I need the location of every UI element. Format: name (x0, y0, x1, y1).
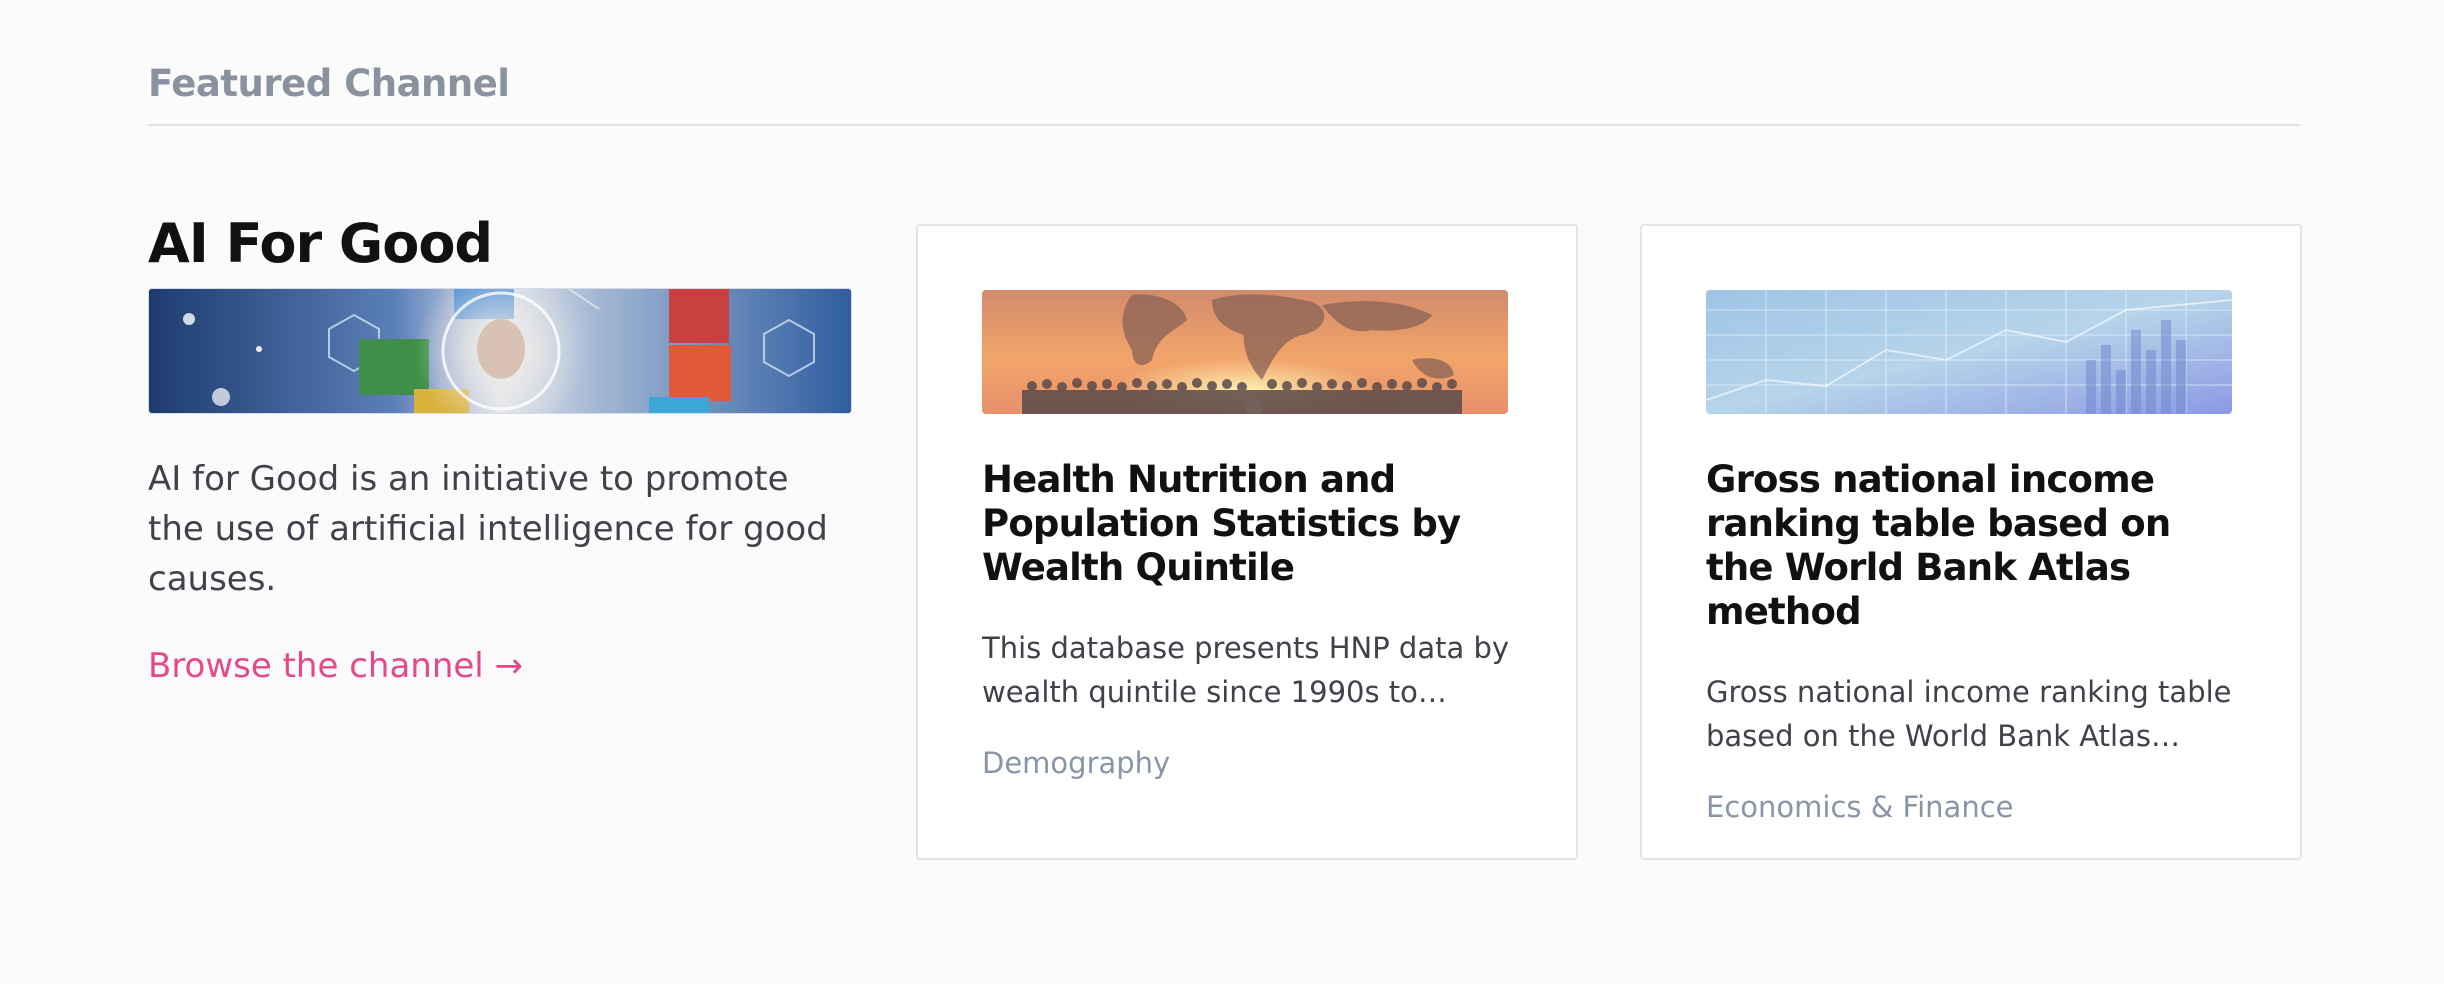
card-category-tag[interactable]: Economics & Finance (1706, 790, 2246, 824)
channel-description: AI for Good is an initiative to promote … (148, 459, 828, 599)
featured-channel: AI For Good AI for Good is an initiative… (148, 210, 852, 686)
card-description: This database presents HNP data by wealt… (982, 631, 1510, 709)
section-divider (148, 124, 2300, 126)
browse-channel-link[interactable]: Browse the channel → (148, 646, 523, 686)
channel-banner-image[interactable] (148, 288, 852, 414)
section-title: Featured Channel (148, 62, 510, 105)
card-title[interactable]: Health Nutrition and Population Statisti… (982, 458, 1522, 590)
card-image-world-silhouette (982, 290, 1508, 414)
card-description: Gross national income ranking table base… (1706, 675, 2232, 753)
channel-name[interactable]: AI For Good (148, 210, 852, 278)
card-image-finance-grid (1706, 290, 2232, 414)
card-title[interactable]: Gross national income ranking table base… (1706, 458, 2246, 634)
card-category-tag[interactable]: Demography (982, 746, 1522, 780)
dataset-card[interactable]: Gross national income ranking table base… (1640, 224, 2302, 860)
dataset-card[interactable]: Health Nutrition and Population Statisti… (916, 224, 1578, 860)
